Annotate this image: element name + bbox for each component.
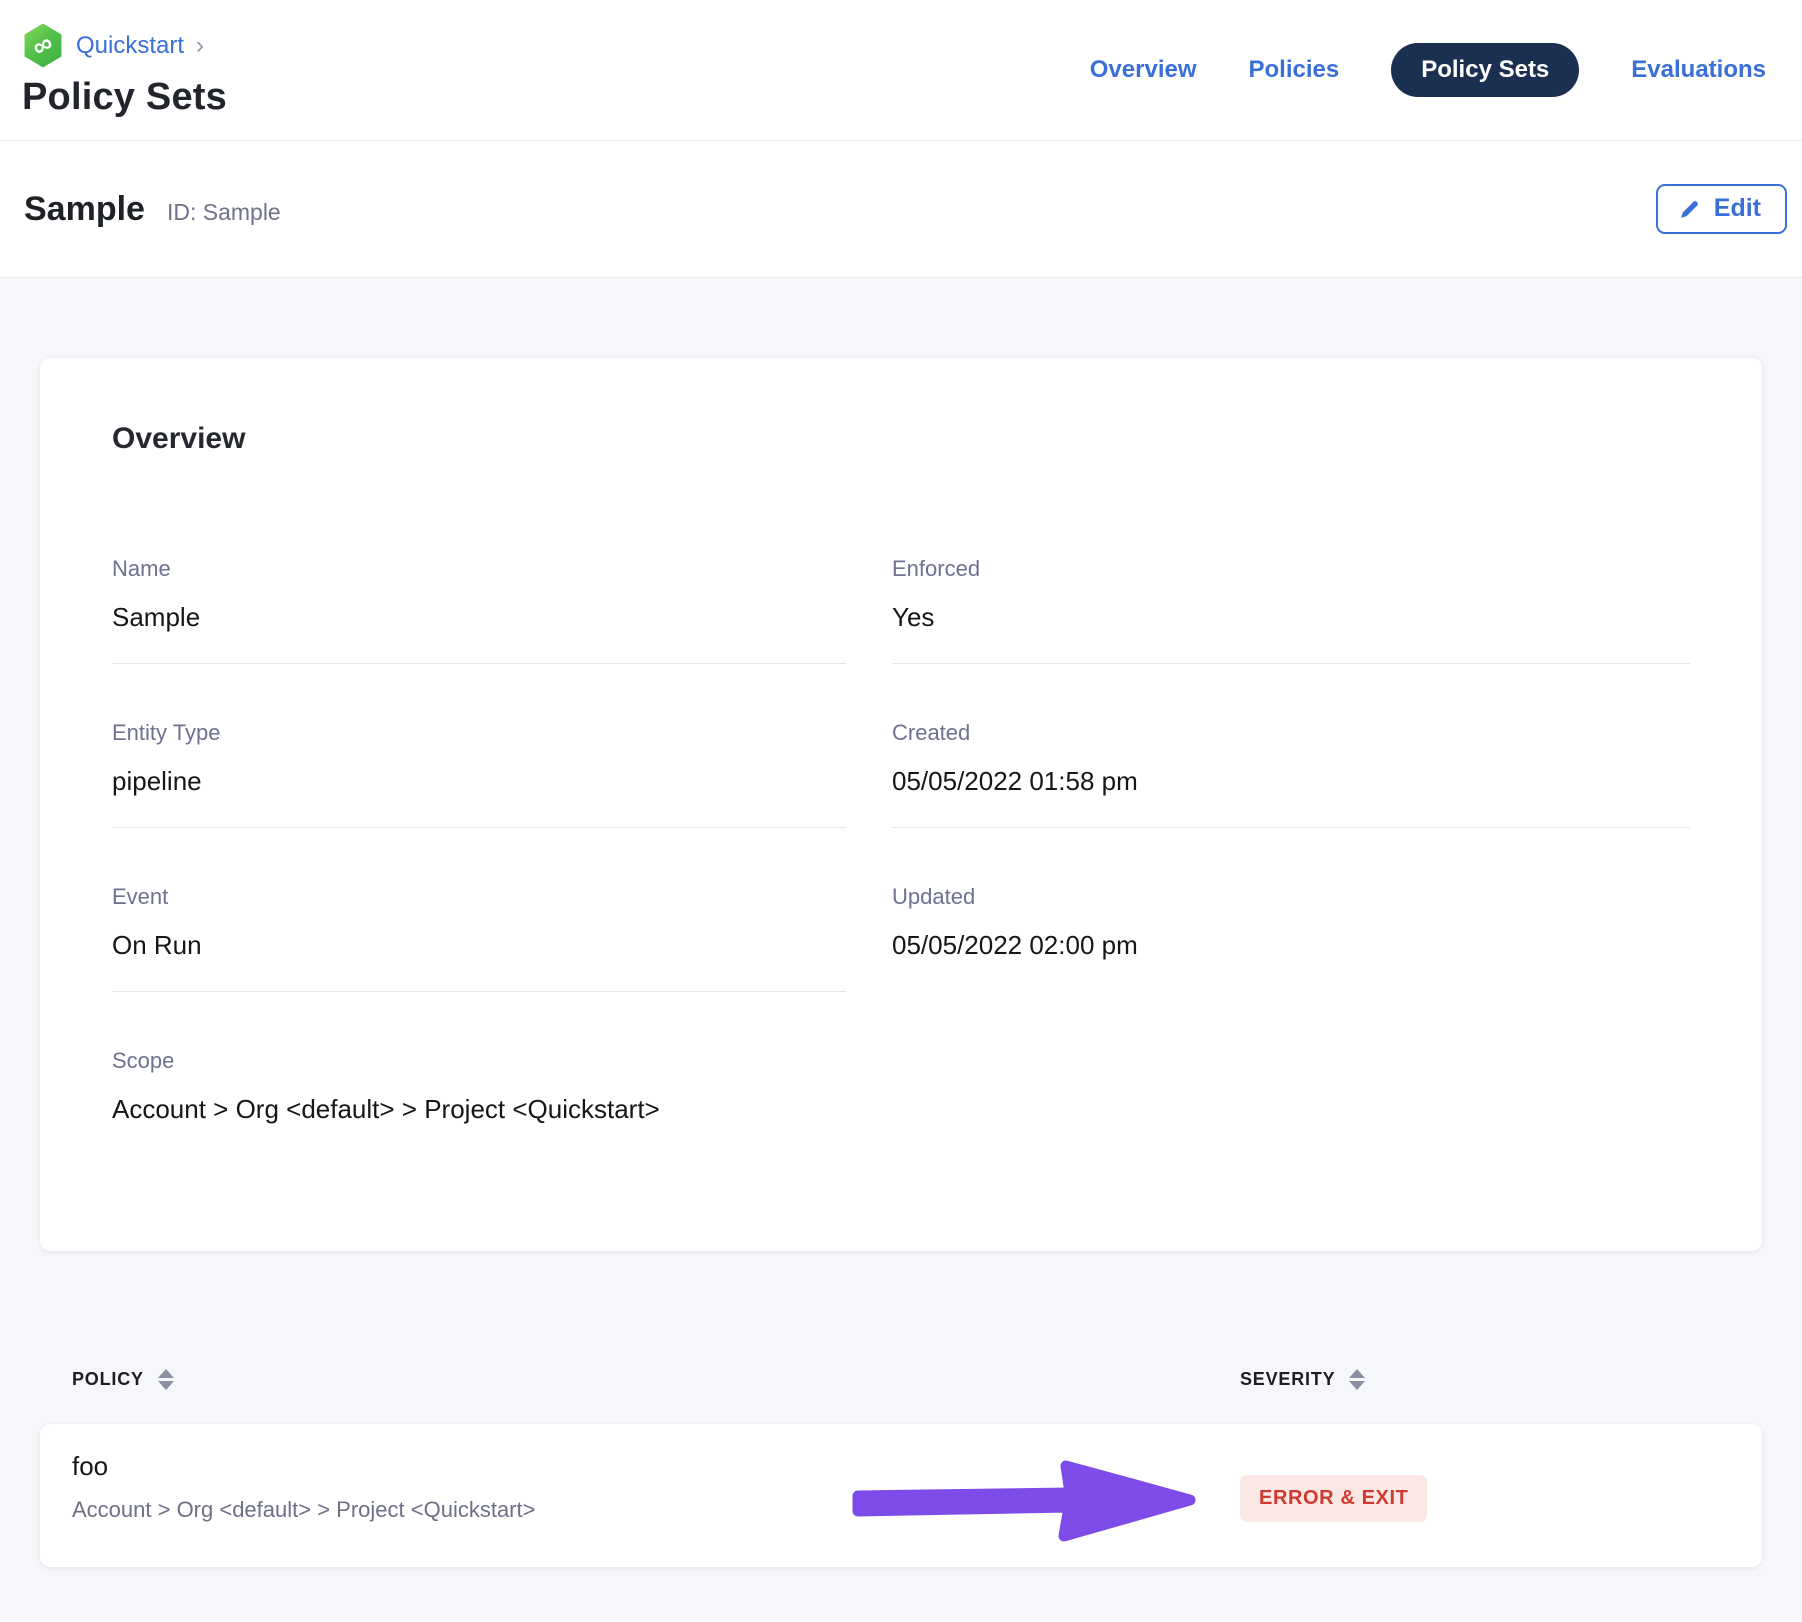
field-scope: Scope Account > Org <default> > Project … [112,992,846,1155]
field-label: Created [892,720,1690,746]
tab-policies[interactable]: Policies [1249,56,1340,84]
sort-icon[interactable] [158,1369,174,1390]
column-header-policy[interactable]: POLICY [72,1369,1240,1390]
field-label: Name [112,556,846,582]
pencil-icon [1678,197,1702,221]
policy-set-name: Sample [24,190,145,229]
field-label: Entity Type [112,720,846,746]
breadcrumb-link-quickstart[interactable]: Quickstart [76,32,184,60]
field-created: Created 05/05/2022 01:58 pm [892,664,1690,828]
field-label: Scope [112,1048,846,1074]
table-row-foo[interactable]: foo Account > Org <default> > Project <Q… [40,1424,1762,1567]
field-value: 05/05/2022 02:00 pm [892,930,1690,961]
tab-policy-sets[interactable]: Policy Sets [1391,43,1579,97]
severity-badge: ERROR & EXIT [1240,1475,1427,1522]
policy-name: foo [72,1451,1240,1482]
field-value: Yes [892,602,1690,633]
field-label: Enforced [892,556,1690,582]
tab-evaluations[interactable]: Evaluations [1631,56,1766,84]
column-header-severity[interactable]: SEVERITY [1240,1369,1730,1390]
field-label: Event [112,884,846,910]
column-label: POLICY [72,1369,144,1390]
field-value: Sample [112,602,846,633]
field-name: Name Sample [112,556,846,664]
tab-overview[interactable]: Overview [1090,56,1197,84]
chevron-right-icon: › [196,32,204,60]
field-event: Event On Run [112,828,846,992]
table-header: POLICY SEVERITY [40,1369,1762,1390]
overview-card-title: Overview [112,422,1690,456]
field-value: 05/05/2022 01:58 pm [892,766,1690,797]
field-value: Account > Org <default> > Project <Quick… [112,1094,846,1125]
infinity-glyph: ∞ [28,29,58,62]
pipeline-hexagon-icon: ∞ [22,24,64,68]
top-header: ∞ Quickstart › Policy Sets Overview Poli… [0,0,1802,141]
entity-subheader: Sample ID: Sample Edit [0,141,1802,278]
breadcrumb: ∞ Quickstart › [22,24,227,68]
field-value: On Run [112,930,846,961]
module-nav: Overview Policies Policy Sets Evaluation… [1090,43,1766,97]
field-enforced: Enforced Yes [892,556,1690,664]
policy-scope: Account > Org <default> > Project <Quick… [72,1497,1240,1523]
field-updated: Updated 05/05/2022 02:00 pm [892,828,1690,991]
column-label: SEVERITY [1240,1369,1335,1390]
page-title: Policy Sets [22,76,227,119]
field-entity-type: Entity Type pipeline [112,664,846,828]
field-label: Updated [892,884,1690,910]
edit-button[interactable]: Edit [1656,184,1787,234]
policy-set-id: ID: Sample [167,199,281,226]
field-value: pipeline [112,766,846,797]
policies-table: POLICY SEVERITY foo Account > Org <defau… [40,1369,1762,1567]
overview-card: Overview Name Sample Entity Type pipelin… [40,358,1762,1251]
edit-button-label: Edit [1714,194,1761,223]
sort-icon[interactable] [1349,1369,1365,1390]
